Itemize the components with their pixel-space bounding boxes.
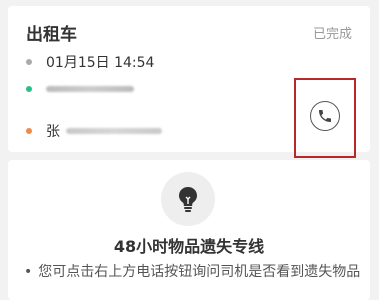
lightbulb-badge	[161, 172, 215, 226]
call-driver-button[interactable]	[310, 101, 340, 131]
start-dot-icon	[26, 86, 32, 92]
end-address-redacted	[66, 128, 162, 134]
bullet-icon: •	[24, 264, 33, 280]
phone-icon	[319, 110, 331, 122]
lost-items-text: 您可点击右上方电话按钮询问司机是否看到遗失物品	[38, 264, 361, 280]
call-button-highlight	[294, 78, 356, 158]
lost-items-bullet: • 您可点击右上方电话按钮询问司机是否看到遗失物品	[24, 262, 364, 282]
end-dot-icon	[26, 128, 32, 134]
lost-items-title: 48小时物品遗失专线	[113, 237, 265, 256]
trip-title: 出租车	[26, 25, 77, 45]
trip-status: 已完成	[312, 27, 352, 42]
clock-dot-icon	[26, 59, 32, 65]
end-address-prefix: 张	[46, 124, 60, 140]
trip-end-row: 张	[26, 121, 162, 141]
lost-items-card: 48小时物品遗失专线 • 您可点击右上方电话按钮询问司机是否看到遗失物品	[8, 160, 370, 300]
trip-time-row: 01月15日 14:54	[26, 52, 154, 72]
trip-card: 出租车 已完成 01月15日 14:54 张	[8, 6, 370, 158]
trip-start-row	[26, 86, 134, 92]
lightbulb-icon	[179, 187, 197, 212]
start-address-redacted	[46, 86, 134, 92]
trip-time: 01月15日 14:54	[46, 55, 155, 71]
